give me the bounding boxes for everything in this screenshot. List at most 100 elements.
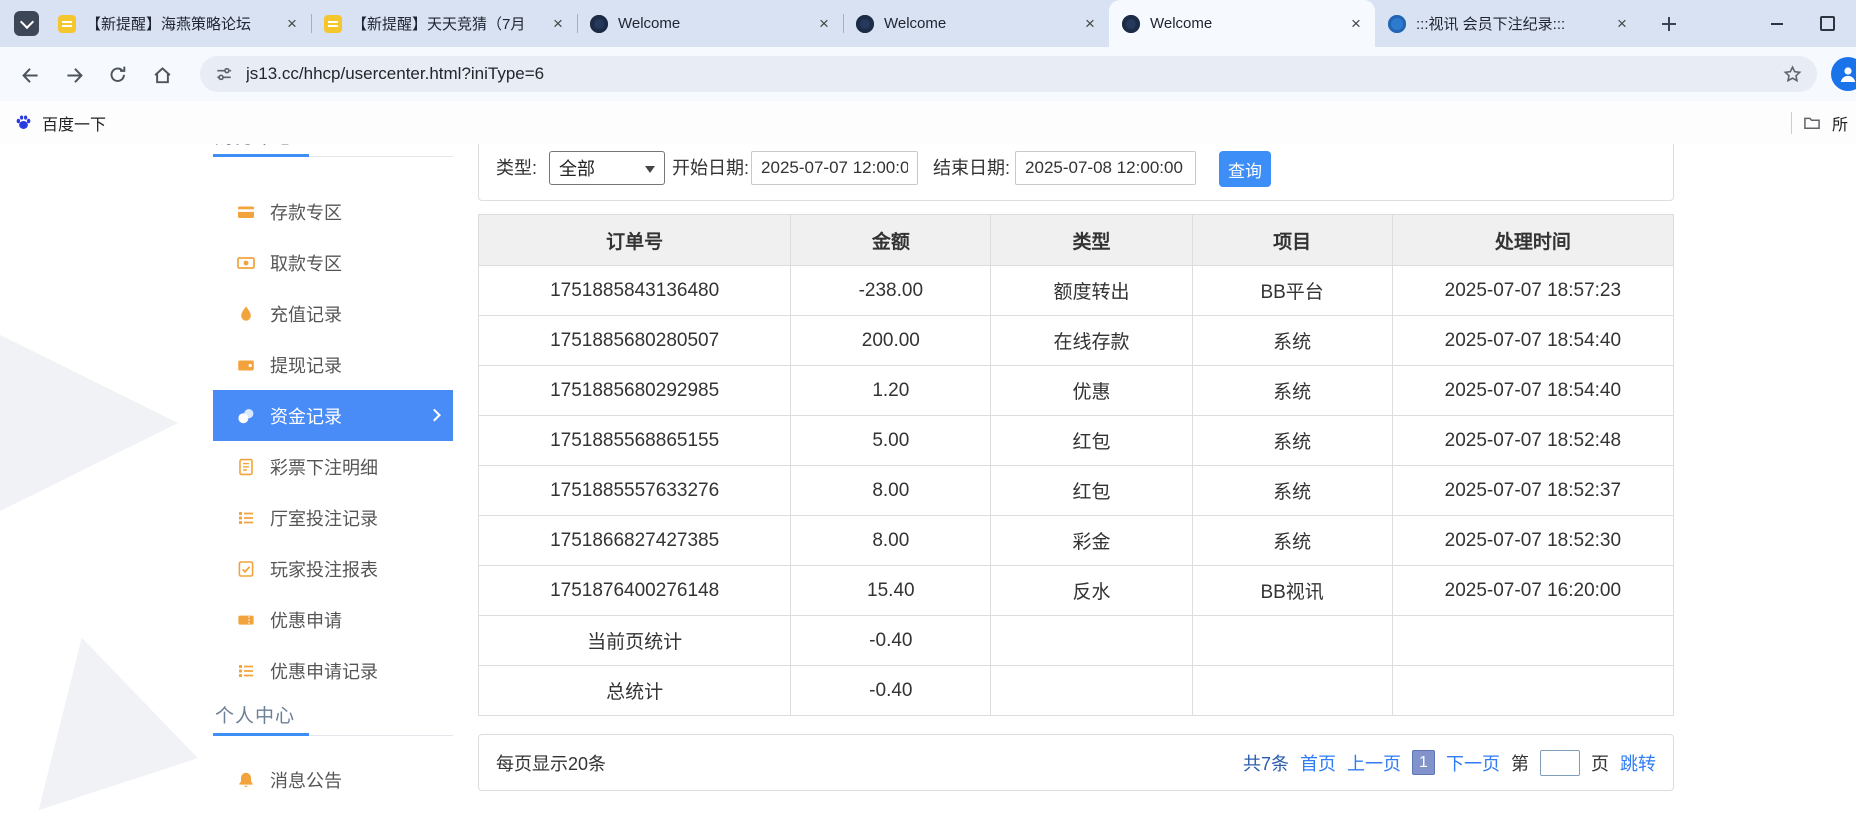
table-cell: 反水 bbox=[991, 566, 1192, 616]
page-content: 财务中心存款专区取款专区充值记录提现记录资金记录彩票下注明细厅室投注记录玩家投注… bbox=[0, 144, 1856, 824]
end-date-label: 结束日期: bbox=[933, 151, 1010, 185]
table-cell: 在线存款 bbox=[991, 316, 1192, 366]
forward-button[interactable] bbox=[56, 57, 92, 93]
all-bookmarks[interactable]: 所 bbox=[1791, 109, 1848, 136]
back-button[interactable] bbox=[12, 57, 48, 93]
table-cell: 1.20 bbox=[791, 366, 991, 416]
tab-title: Welcome bbox=[884, 15, 1069, 32]
tab-strip: 【新提醒】海燕策略论坛×【新提醒】天天竞猜（7月×Welcome×Welcome… bbox=[0, 0, 1856, 47]
sidebar-section-finance: 财务中心 bbox=[213, 144, 453, 157]
chevron-right-icon bbox=[428, 408, 441, 421]
table-row: 17518856802929851.20优惠系统2025-07-07 18:54… bbox=[479, 366, 1674, 416]
tab-close-icon[interactable]: × bbox=[281, 13, 303, 35]
table-row: 17518855688651555.00红包系统2025-07-07 18:52… bbox=[479, 416, 1674, 466]
start-date-label: 开始日期: bbox=[672, 151, 749, 185]
sidebar-item-recharge-drop[interactable]: 充值记录 bbox=[213, 288, 453, 339]
table-cell: 2025-07-07 18:52:37 bbox=[1392, 466, 1673, 516]
site-settings-icon[interactable] bbox=[214, 64, 234, 84]
sidebar-item-label: 优惠申请记录 bbox=[270, 658, 378, 684]
yellow-chat-favicon-icon bbox=[58, 15, 76, 33]
deposit-card-icon bbox=[237, 203, 255, 221]
address-bar[interactable]: js13.cc/hhcp/usercenter.html?iniType=6 bbox=[200, 56, 1817, 92]
sidebar-item-partial[interactable] bbox=[213, 805, 453, 824]
browser-tab[interactable]: Welcome × bbox=[843, 0, 1109, 47]
sidebar-menu: 存款专区取款专区充值记录提现记录资金记录彩票下注明细厅室投注记录玩家投注报表优惠… bbox=[213, 186, 453, 696]
profile-avatar[interactable] bbox=[1831, 57, 1856, 91]
table-cell: 系统 bbox=[1192, 416, 1392, 466]
sidebar-item-withdraw-cash[interactable]: 取款专区 bbox=[213, 237, 453, 288]
tab-close-icon[interactable]: × bbox=[547, 13, 569, 35]
browser-tab[interactable]: :::视讯 会员下注纪录:::× bbox=[1375, 0, 1641, 47]
sidebar-item-label: 彩票下注明细 bbox=[270, 454, 378, 480]
page-size-label: 每页显示20条 bbox=[496, 750, 606, 776]
sidebar-item-funds-coins[interactable]: 资金记录 bbox=[213, 390, 453, 441]
jump-link[interactable]: 跳转 bbox=[1620, 750, 1656, 776]
baidu-favicon bbox=[14, 113, 33, 132]
current-page-indicator[interactable]: 1 bbox=[1412, 750, 1435, 775]
home-button[interactable] bbox=[144, 57, 180, 93]
decorative-triangle bbox=[39, 637, 220, 824]
dark-globe-favicon-icon bbox=[856, 15, 874, 33]
table-cell: 系统 bbox=[1192, 516, 1392, 566]
browser-toolbar: js13.cc/hhcp/usercenter.html?iniType=6 bbox=[0, 47, 1856, 101]
tab-close-icon[interactable]: × bbox=[1345, 13, 1367, 35]
new-tab-button[interactable] bbox=[1655, 10, 1682, 37]
url-text: js13.cc/hhcp/usercenter.html?iniType=6 bbox=[246, 64, 1770, 84]
all-bookmarks-label: 所 bbox=[1832, 111, 1848, 135]
maximize-button[interactable] bbox=[1802, 0, 1852, 47]
bookmarks-bar: 百度一下 所 bbox=[0, 101, 1856, 144]
sidebar-item-promo-ticket[interactable]: 优惠申请 bbox=[213, 594, 453, 645]
bookmark-baidu[interactable]: 百度一下 bbox=[14, 109, 106, 136]
sidebar-item-label: 厅室投注记录 bbox=[270, 505, 378, 531]
minimize-button[interactable] bbox=[1752, 0, 1802, 47]
sidebar-section-personal: 个人中心 bbox=[213, 696, 453, 736]
type-select[interactable]: 全部 bbox=[549, 151, 665, 185]
start-date-input[interactable] bbox=[751, 151, 918, 185]
tab-search-button[interactable] bbox=[14, 11, 39, 36]
page-number-input[interactable] bbox=[1540, 750, 1580, 776]
query-button[interactable]: 查询 bbox=[1219, 151, 1271, 187]
reload-button[interactable] bbox=[100, 57, 136, 93]
table-row: 总统计-0.40 bbox=[479, 666, 1674, 716]
sidebar-item-label: 玩家投注报表 bbox=[270, 556, 378, 582]
table-cell bbox=[1392, 666, 1673, 716]
first-page-link[interactable]: 首页 bbox=[1300, 750, 1336, 776]
tab-close-icon[interactable]: × bbox=[1611, 13, 1633, 35]
sidebar-item-report-check[interactable]: 玩家投注报表 bbox=[213, 543, 453, 594]
tab-close-icon[interactable]: × bbox=[1079, 13, 1101, 35]
sidebar-item-promo-list[interactable]: 优惠申请记录 bbox=[213, 645, 453, 696]
browser-tab[interactable]: Welcome × bbox=[577, 0, 843, 47]
next-page-link[interactable]: 下一页 bbox=[1446, 750, 1500, 776]
bookmarks-divider bbox=[1791, 112, 1792, 134]
decorative-triangle bbox=[0, 329, 178, 517]
sidebar-item-lottery-doc[interactable]: 彩票下注明细 bbox=[213, 441, 453, 492]
sidebar-item-label: 提现记录 bbox=[270, 352, 342, 378]
table-cell: 彩金 bbox=[991, 516, 1192, 566]
table-cell bbox=[991, 666, 1192, 716]
sidebar-item-deposit-card[interactable]: 存款专区 bbox=[213, 186, 453, 237]
browser-tab[interactable]: Welcome× bbox=[1109, 0, 1375, 47]
bookmark-star-icon[interactable] bbox=[1782, 64, 1803, 85]
table-cell: 2025-07-07 18:52:30 bbox=[1392, 516, 1673, 566]
table-cell: 额度转出 bbox=[991, 266, 1192, 316]
sidebar-item-withdraw-wallet[interactable]: 提现记录 bbox=[213, 339, 453, 390]
browser-tab[interactable]: 【新提醒】海燕策略论坛 × bbox=[45, 0, 311, 47]
tab-title: Welcome bbox=[618, 15, 803, 32]
tabs-container: 【新提醒】海燕策略论坛×【新提醒】天天竞猜（7月×Welcome×Welcome… bbox=[45, 0, 1641, 47]
table-cell: 15.40 bbox=[791, 566, 991, 616]
sidebar-item-label: 存款专区 bbox=[270, 199, 342, 225]
sidebar-item-hall-list[interactable]: 厅室投注记录 bbox=[213, 492, 453, 543]
table-cell: 1751885557633276 bbox=[479, 466, 791, 516]
end-date-input[interactable] bbox=[1015, 151, 1196, 185]
type-select-value: 全部 bbox=[559, 155, 595, 181]
sidebar-item-notice-bell[interactable]: 消息公告 bbox=[213, 754, 453, 805]
tab-close-icon[interactable]: × bbox=[813, 13, 835, 35]
tab-title: 【新提醒】海燕策略论坛 bbox=[86, 13, 271, 34]
table-row: 17518855576332768.00红包系统2025-07-07 18:52… bbox=[479, 466, 1674, 516]
prev-page-link[interactable]: 上一页 bbox=[1347, 750, 1401, 776]
column-header: 订单号 bbox=[479, 215, 791, 266]
browser-tab[interactable]: 【新提醒】天天竞猜（7月× bbox=[311, 0, 577, 47]
table-cell: 2025-07-07 18:54:40 bbox=[1392, 316, 1673, 366]
type-label: 类型: bbox=[496, 151, 537, 185]
column-header: 处理时间 bbox=[1392, 215, 1673, 266]
